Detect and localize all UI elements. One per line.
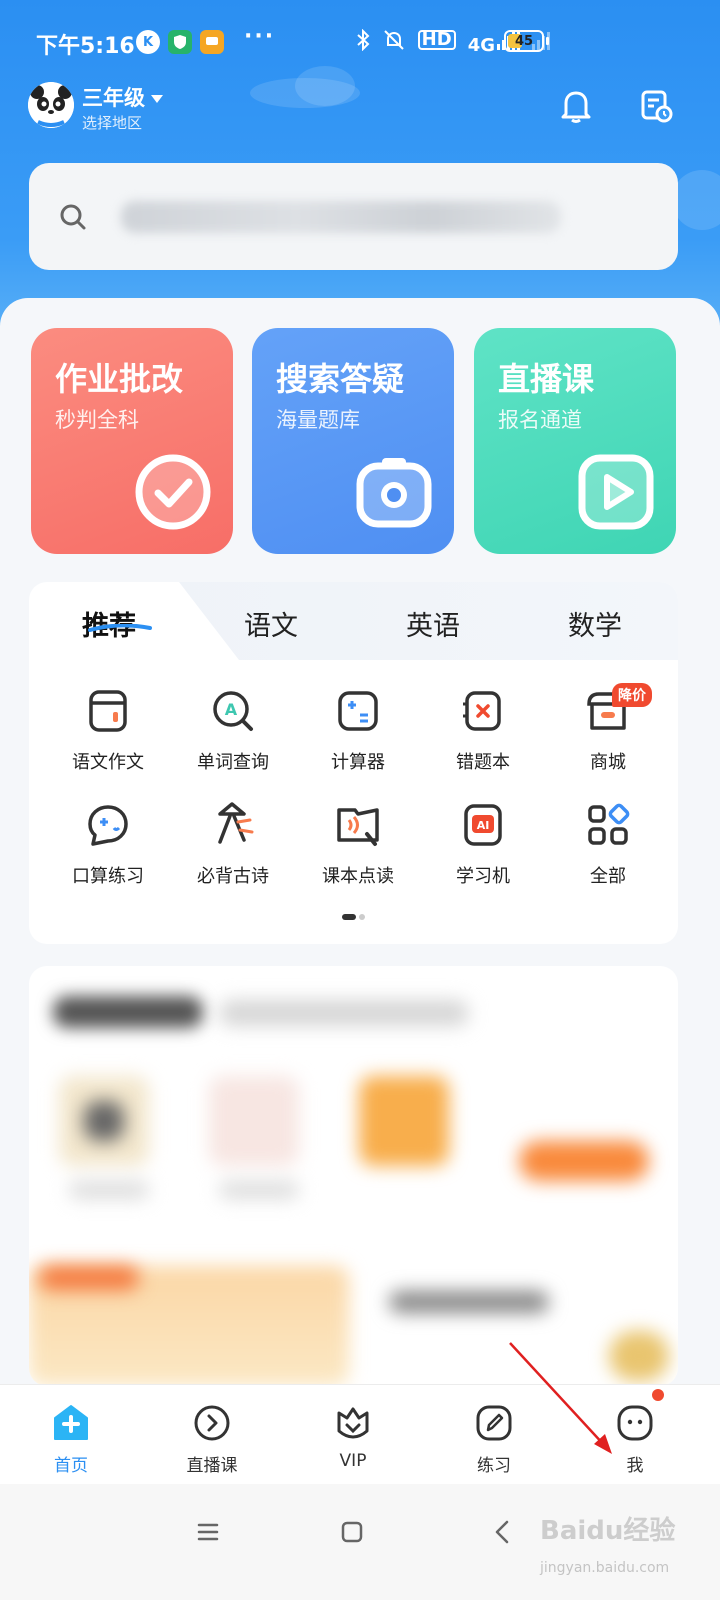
tool-label: 课本点读	[322, 866, 394, 887]
shield-app-icon	[168, 30, 192, 54]
more-notifications-icon: ···	[244, 24, 276, 49]
home-icon	[54, 1405, 88, 1440]
feature-card-live[interactable]: 直播课 报名通道	[474, 328, 676, 554]
tool-mistake-book[interactable]: 错题本	[423, 686, 543, 774]
feature-subtitle: 报名通道	[498, 408, 582, 432]
nav-label: VIP	[339, 1451, 367, 1471]
bell-icon	[561, 91, 591, 123]
practice-icon	[476, 1405, 512, 1441]
feature-title: 作业批改	[55, 360, 184, 398]
live-icon	[194, 1405, 230, 1441]
play-icon	[578, 454, 654, 530]
tab-english[interactable]: 英语	[373, 604, 493, 643]
schedule-icon	[641, 90, 673, 123]
nav-label: 首页	[54, 1456, 88, 1476]
mute-icon	[383, 30, 404, 50]
notification-button[interactable]	[554, 84, 598, 128]
profile-notification-dot	[652, 1389, 664, 1401]
recent-apps-button[interactable]	[188, 1512, 228, 1552]
search-icon	[60, 204, 86, 230]
tool-essay[interactable]: 语文作文	[48, 686, 168, 774]
tool-label: 商城	[590, 752, 626, 773]
tab-math[interactable]: 数学	[535, 604, 655, 643]
notebook-icon	[89, 690, 127, 732]
network-type: 4G	[467, 35, 495, 56]
grade-label: 三年级	[82, 86, 145, 110]
status-time: 下午5:16	[36, 34, 135, 59]
textbook-read-icon	[337, 808, 379, 846]
nav-me[interactable]: 我	[580, 1403, 690, 1476]
ai-device-icon: AI	[464, 804, 502, 846]
tool-label: 错题本	[456, 752, 510, 773]
tab-chinese[interactable]: 语文	[211, 604, 331, 643]
svg-text:AI: AI	[477, 819, 490, 832]
nav-label: 我	[626, 1456, 644, 1476]
k-app-icon: K	[136, 30, 160, 54]
tool-label: 单词查询	[197, 752, 269, 773]
nav-vip[interactable]: VIP	[298, 1403, 408, 1471]
watermark-url: jingyan.baidu.com	[540, 1560, 670, 1576]
nav-home[interactable]: 首页	[16, 1403, 126, 1476]
tool-label: 计算器	[331, 752, 385, 773]
poem-icon	[218, 802, 254, 844]
feature-card-search[interactable]: 搜索答疑 海量题库	[252, 328, 454, 554]
battery-icon: 45	[504, 30, 544, 52]
battery-level: 45	[514, 33, 534, 49]
panda-icon	[28, 82, 74, 128]
bluetooth-icon	[357, 29, 370, 51]
vip-icon	[337, 1407, 369, 1439]
oral-math-icon	[88, 805, 128, 846]
tool-oral-math[interactable]: 口算练习	[48, 800, 168, 888]
feature-title: 搜索答疑	[276, 360, 405, 398]
search-bar[interactable]	[29, 163, 678, 270]
avatar[interactable]	[28, 82, 74, 128]
home-button[interactable]	[332, 1512, 372, 1552]
tool-label: 学习机	[456, 866, 510, 887]
tool-label: 口算练习	[72, 866, 144, 887]
nav-live[interactable]: 直播课	[157, 1403, 267, 1476]
mistake-book-icon	[463, 691, 501, 731]
region-selector[interactable]: 选择地区	[82, 112, 142, 133]
menu-icon	[197, 1523, 219, 1541]
tool-calculator[interactable]: 计算器	[298, 686, 418, 774]
hd-icon: HD	[417, 30, 456, 50]
tool-textbook-reading[interactable]: 课本点读	[298, 800, 418, 888]
nav-practice[interactable]: 练习	[439, 1403, 549, 1476]
schedule-button[interactable]	[634, 84, 678, 128]
back-button[interactable]	[482, 1512, 522, 1552]
caret-down-icon	[151, 95, 163, 103]
tool-label: 语文作文	[72, 752, 144, 773]
nav-label: 练习	[477, 1456, 511, 1476]
check-icon	[135, 454, 211, 530]
tool-learning-device[interactable]: AI 学习机	[423, 800, 543, 888]
square-icon	[341, 1521, 363, 1543]
nav-label: 直播课	[186, 1456, 238, 1476]
svg-text:A: A	[225, 700, 238, 719]
tool-word-lookup[interactable]: A 单词查询	[173, 686, 293, 774]
feature-subtitle: 秒判全科	[55, 408, 139, 432]
search-placeholder-blurred	[121, 201, 561, 233]
feature-card-homework[interactable]: 作业批改 秒判全科	[31, 328, 233, 554]
feature-title: 直播课	[498, 360, 595, 398]
message-app-icon	[200, 30, 224, 54]
bottom-navigation: 首页 直播课 VIP 练习 我	[0, 1384, 720, 1484]
tool-all[interactable]: 全部	[548, 800, 668, 888]
calculator-icon	[338, 691, 378, 731]
grade-selector[interactable]: 三年级	[82, 82, 163, 112]
watermark-logo: Baidu经验	[540, 1516, 676, 1546]
chevron-left-icon	[495, 1520, 509, 1544]
feature-subtitle: 海量题库	[276, 408, 360, 432]
recommended-content-blurred	[29, 966, 678, 1386]
tool-poems[interactable]: 必背古诗	[173, 800, 293, 888]
discount-badge: 降价	[612, 683, 652, 707]
tool-label: 必背古诗	[197, 866, 269, 887]
page-indicator	[342, 914, 365, 920]
profile-icon	[617, 1405, 653, 1441]
tool-label: 全部	[590, 866, 626, 887]
camera-icon	[356, 458, 432, 528]
word-search-icon: A	[213, 691, 253, 731]
tab-active-indicator	[88, 624, 152, 632]
status-bar: 下午5:16 K ··· HD 4G	[0, 0, 720, 80]
all-apps-icon	[588, 803, 630, 845]
